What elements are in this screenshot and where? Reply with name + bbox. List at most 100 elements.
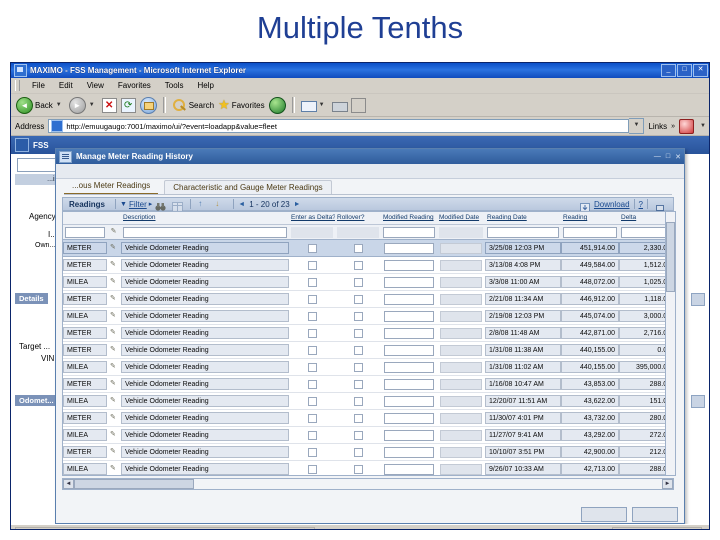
filter-link[interactable]: Filter	[129, 200, 147, 209]
cell-rollover[interactable]	[335, 260, 381, 270]
cell-enter_as_delta[interactable]	[289, 396, 335, 406]
refresh-button[interactable]: ⟳	[119, 95, 138, 115]
home-button[interactable]	[138, 95, 159, 115]
restore-icon[interactable]	[655, 199, 666, 211]
pencil-icon[interactable]: ✎	[110, 261, 116, 268]
column-header-rollover[interactable]: Rollover?	[335, 212, 381, 224]
cell-enter_as_delta[interactable]	[289, 328, 335, 338]
cell-modified_reading[interactable]	[381, 276, 437, 288]
cell-rollover[interactable]	[335, 362, 381, 372]
hscroll-right-button[interactable]: ►	[662, 479, 673, 489]
cell-modified_reading[interactable]	[381, 429, 437, 441]
filter-caret-icon-2[interactable]: ▸	[149, 200, 153, 208]
dialog-close-button[interactable]: ✕	[675, 153, 681, 161]
cell-rollover[interactable]	[335, 447, 381, 457]
table-row[interactable]: METER ✎ Vehicle Odometer Reading 1/16/08 10…	[63, 376, 673, 393]
checkbox-enter_as_delta[interactable]	[307, 328, 317, 338]
download-link[interactable]: Download	[594, 200, 630, 209]
column-header-reading_date[interactable]: Reading Date	[485, 212, 561, 224]
help-link[interactable]: ?	[639, 200, 643, 209]
cell-enter_as_delta[interactable]	[289, 447, 335, 457]
cell-pencil[interactable]: ✎	[107, 325, 121, 341]
app-panel-toggle-2[interactable]	[691, 395, 705, 408]
filter-input-description[interactable]	[123, 226, 287, 238]
cell-pencil[interactable]: ✎	[107, 240, 121, 256]
cell-modified_reading[interactable]	[381, 259, 437, 271]
checkbox-enter_as_delta[interactable]	[307, 345, 317, 355]
checkbox-rollover[interactable]	[353, 243, 363, 253]
filter-input-modified_reading[interactable]	[383, 226, 435, 238]
links-chevron-icon[interactable]: »	[671, 123, 675, 130]
filter-cell-description[interactable]	[121, 226, 289, 238]
dialog-ok-button[interactable]	[581, 507, 627, 522]
input-modified-reading[interactable]	[384, 412, 434, 424]
tab-continuous-meter-readings[interactable]: ...ous Meter Readings	[64, 179, 159, 195]
table-row[interactable]: METER ✎ Vehicle Odometer Reading 11/30/07 4…	[63, 410, 673, 427]
filter-input-meter[interactable]	[65, 226, 105, 238]
prev-page-icon[interactable]: ◄	[238, 201, 245, 208]
pencil-icon[interactable]: ✎	[110, 448, 116, 455]
links-label[interactable]: Links	[648, 122, 667, 131]
cell-modified_reading[interactable]	[381, 242, 437, 254]
cell-rollover[interactable]	[335, 243, 381, 253]
input-modified-reading[interactable]	[384, 446, 434, 458]
input-modified-reading[interactable]	[384, 378, 434, 390]
cell-rollover[interactable]	[335, 430, 381, 440]
menu-help[interactable]: Help	[190, 81, 220, 90]
hscroll-thumb[interactable]	[74, 479, 194, 489]
checkbox-enter_as_delta[interactable]	[307, 413, 317, 423]
dialog-cancel-button[interactable]	[632, 507, 678, 522]
table-row[interactable]: METER ✎ Vehicle Odometer Reading 10/10/07 3…	[63, 444, 673, 461]
filter-cell-reading_date[interactable]	[485, 226, 561, 238]
checkbox-enter_as_delta[interactable]	[307, 447, 317, 457]
column-header-modified_date[interactable]: Modified Date	[437, 212, 485, 224]
pencil-icon[interactable]: ✎	[110, 244, 116, 251]
cell-enter_as_delta[interactable]	[289, 345, 335, 355]
input-modified-reading[interactable]	[384, 242, 434, 254]
tab-characteristic-gauge-meter-readings[interactable]: Characteristic and Gauge Meter Readings	[164, 180, 332, 195]
cell-pencil[interactable]: ✎	[107, 461, 121, 475]
menu-tools[interactable]: Tools	[158, 81, 191, 90]
input-modified-reading[interactable]	[384, 395, 434, 407]
address-input[interactable]: http://emuugaugo:7001/maximo/ui/?event=l…	[48, 119, 630, 133]
print-button[interactable]	[330, 95, 349, 115]
menu-file[interactable]: File	[25, 81, 52, 90]
cell-rollover[interactable]	[335, 413, 381, 423]
dialog-maximize-button[interactable]: □	[666, 153, 670, 161]
table-vertical-scrollbar[interactable]	[665, 211, 676, 476]
cell-pencil[interactable]: ✎	[107, 444, 121, 460]
cell-pencil[interactable]: ✎	[107, 274, 121, 290]
search-button[interactable]: Search	[170, 95, 216, 115]
cell-pencil[interactable]: ✎	[107, 359, 121, 375]
filter-cell-modified_reading[interactable]	[381, 226, 437, 238]
pencil-icon[interactable]: ✎	[110, 346, 116, 353]
sort-up-icon[interactable]: ↑	[198, 199, 209, 209]
app-panel-toggle-1[interactable]	[691, 293, 705, 306]
cell-modified_reading[interactable]	[381, 310, 437, 322]
checkbox-rollover[interactable]	[353, 311, 363, 321]
input-modified-reading[interactable]	[384, 361, 434, 373]
cell-modified_reading[interactable]	[381, 463, 437, 475]
pencil-icon[interactable]: ✎	[110, 312, 116, 319]
cell-modified_reading[interactable]	[381, 395, 437, 407]
cell-enter_as_delta[interactable]	[289, 243, 335, 253]
cell-pencil[interactable]: ✎	[107, 393, 121, 409]
menu-edit[interactable]: Edit	[52, 81, 80, 90]
mail-button[interactable]: ▼	[299, 95, 330, 115]
cell-enter_as_delta[interactable]	[289, 413, 335, 423]
close-button[interactable]: ✕	[693, 64, 708, 77]
media-button[interactable]	[267, 95, 288, 115]
input-modified-reading[interactable]	[384, 293, 434, 305]
input-modified-reading[interactable]	[384, 429, 434, 441]
table-row[interactable]: MILEA ✎ Vehicle Odometer Reading 9/26/07 10…	[63, 461, 673, 475]
pencil-icon[interactable]: ✎	[110, 278, 116, 285]
stop-button[interactable]: ✕	[100, 95, 119, 115]
hscroll-left-button[interactable]: ◄	[63, 479, 74, 489]
maximize-button[interactable]: □	[677, 64, 692, 77]
checkbox-rollover[interactable]	[353, 447, 363, 457]
mail-dropdown-icon[interactable]: ▼	[319, 102, 325, 108]
hscroll-track[interactable]	[74, 479, 662, 489]
cell-modified_reading[interactable]	[381, 344, 437, 356]
checkbox-rollover[interactable]	[353, 260, 363, 270]
minimize-button[interactable]: _	[661, 64, 676, 77]
